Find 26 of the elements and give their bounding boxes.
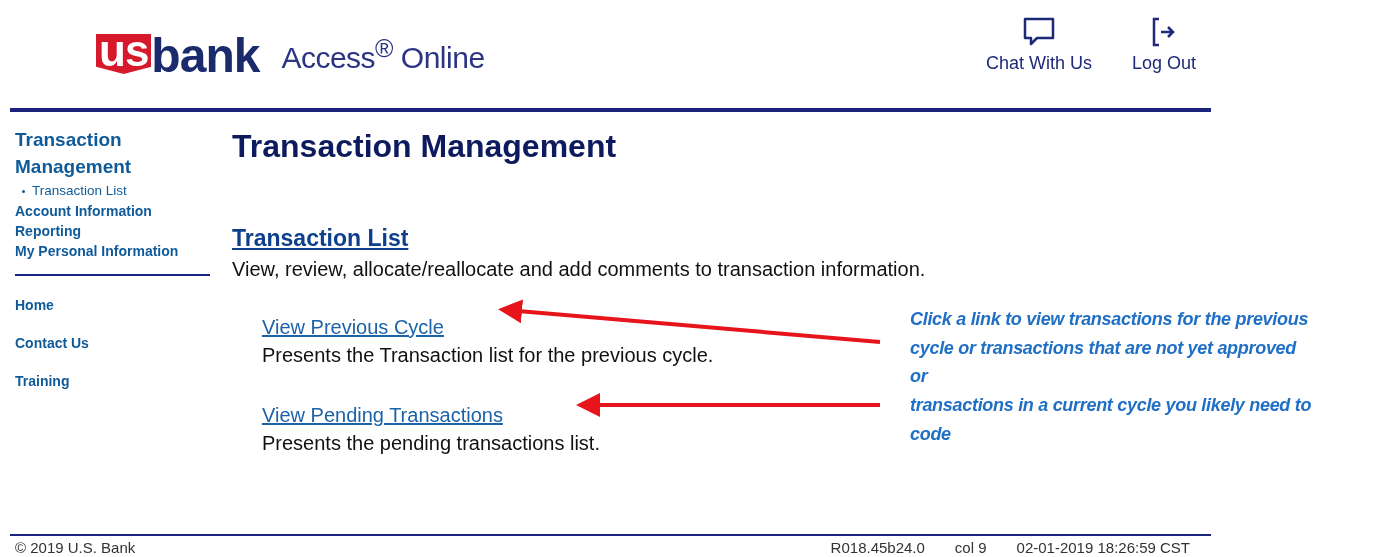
- sidebar-link[interactable]: Training: [15, 372, 70, 390]
- version-text: R018.45b24.0: [830, 539, 925, 556]
- sidebar-subitem[interactable]: Transaction List: [22, 183, 127, 199]
- logout-icon: [1151, 16, 1176, 47]
- logo-shield: us: [96, 34, 152, 74]
- column-text: col 9: [954, 539, 987, 556]
- timestamp-text: 02-01-2019 18:26:59 CST: [1016, 539, 1190, 556]
- section-description: View, review, allocate/reallocate and add comments to transaction information.: [232, 257, 926, 281]
- view-link[interactable]: View Previous Cycle: [262, 316, 444, 338]
- copyright-text: © 2019 U.S. Bank: [15, 539, 136, 556]
- bullet-icon: [22, 189, 25, 193]
- header-link[interactable]: Log Out: [1131, 16, 1196, 74]
- sidebar-section-link[interactable]: Transaction Management: [15, 126, 175, 180]
- product-name: Access$^{®}$ Online: [281, 33, 485, 75]
- sidebar-item[interactable]: Account Information: [15, 201, 152, 221]
- chat-icon: [1022, 16, 1055, 47]
- annotation-text: Click a link to view transactions for the previous cycle or transactions that are not yet approved or transactions in a current cycle you likely need to code: [910, 308, 1312, 446]
- view-link[interactable]: View Pending Transactions: [262, 404, 503, 426]
- sidebar-item[interactable]: Reporting: [15, 221, 82, 241]
- sidebar-link[interactable]: Home: [15, 296, 54, 314]
- page-title: Transaction Management: [232, 128, 618, 166]
- header-link[interactable]: Chat With Us: [985, 16, 1092, 74]
- logo-wordmark: bank: [151, 38, 260, 74]
- sidebar-item[interactable]: My Personal Information: [15, 241, 179, 261]
- sidebar-link[interactable]: Contact Us: [15, 334, 89, 352]
- section-title-link[interactable]: Transaction List: [232, 224, 409, 252]
